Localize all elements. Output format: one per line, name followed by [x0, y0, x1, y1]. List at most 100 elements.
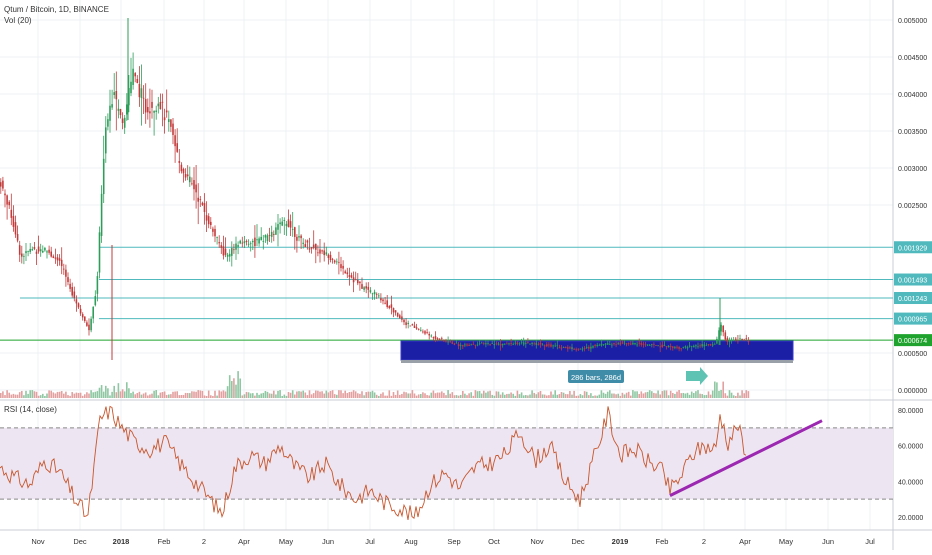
- volume-bar: [100, 385, 103, 398]
- volume-bar: [350, 391, 353, 398]
- volume-bar: [247, 392, 250, 398]
- candle-body: [117, 108, 120, 111]
- candle-body: [556, 345, 559, 347]
- volume-bar: [722, 381, 724, 398]
- candle-body: [165, 110, 168, 113]
- candle-body: [241, 242, 244, 244]
- candle-body: [644, 344, 647, 346]
- candle-body: [140, 88, 143, 99]
- candle-body: [590, 346, 592, 349]
- candle-body: [105, 127, 107, 154]
- volume-bar: [571, 394, 573, 398]
- candle-body: [197, 197, 199, 202]
- volume-bar: [625, 392, 628, 398]
- candle-body: [275, 227, 277, 235]
- volume-bar: [205, 395, 208, 398]
- candle-body: [472, 343, 475, 345]
- volume-bar: [575, 395, 577, 398]
- candle-body: [98, 232, 101, 273]
- candle-body: [562, 347, 565, 348]
- level-label: 0.001493: [898, 278, 927, 285]
- candle-body: [121, 118, 124, 124]
- volume-bar: [73, 393, 76, 398]
- candle-body: [487, 343, 489, 344]
- volume-bar: [363, 395, 365, 398]
- volume-bar: [69, 395, 71, 398]
- volume-bar: [300, 391, 302, 398]
- volume-bar: [75, 392, 78, 398]
- volume-bar: [44, 395, 46, 398]
- candle-body: [191, 183, 193, 185]
- volume-bar: [684, 393, 687, 398]
- volume-bar: [648, 390, 651, 398]
- candle-body: [571, 347, 573, 350]
- volume-bar: [207, 390, 210, 398]
- candle-body: [31, 249, 34, 251]
- candle-body: [189, 176, 191, 183]
- candle-body: [510, 343, 512, 344]
- candle-body: [18, 245, 21, 255]
- candle-body: [516, 342, 519, 345]
- price-tick-label: 0.004500: [898, 55, 927, 62]
- volume-bar: [170, 394, 172, 398]
- volume-bar: [220, 391, 223, 398]
- x-tick-label: Sep: [447, 537, 460, 546]
- candle-body: [512, 344, 514, 346]
- candle-body: [669, 346, 672, 348]
- candle-body: [239, 240, 241, 244]
- candle-body: [266, 235, 269, 242]
- candle-body: [705, 345, 708, 347]
- candle-body: [224, 248, 227, 255]
- volume-bar: [48, 390, 50, 398]
- volume-bar: [195, 391, 197, 398]
- volume-bar: [646, 391, 649, 398]
- x-tick-label: Apr: [238, 537, 250, 546]
- candle-body: [611, 344, 613, 346]
- volume-bar: [155, 390, 157, 398]
- volume-bar: [522, 395, 525, 398]
- candle-body: [525, 342, 527, 344]
- volume-bar: [453, 395, 456, 398]
- candle-body: [573, 348, 575, 350]
- candle-body: [457, 344, 460, 347]
- candle-body: [210, 221, 212, 226]
- volume-bar: [109, 395, 111, 398]
- candle-body: [319, 249, 321, 254]
- volume-bar: [252, 393, 254, 398]
- candle-body: [336, 261, 338, 263]
- candle-body: [409, 325, 412, 327]
- volume-bar: [310, 394, 313, 398]
- volume-bar: [60, 391, 63, 398]
- candle-body: [2, 180, 4, 189]
- candle-body: [541, 344, 544, 346]
- volume-bar: [228, 375, 231, 398]
- volume-bar: [94, 391, 97, 398]
- volume-bar: [665, 390, 668, 398]
- candle-body: [199, 199, 202, 200]
- x-tick-label: Jun: [322, 537, 334, 546]
- volume-bar: [602, 392, 605, 398]
- volume-bar: [546, 395, 548, 398]
- candle-body: [531, 342, 533, 345]
- candle-body: [388, 306, 391, 309]
- volume-bar: [12, 393, 15, 398]
- candle-body: [535, 342, 538, 345]
- candle-body: [659, 346, 661, 348]
- candle-body: [506, 343, 508, 345]
- candle-body: [214, 228, 216, 237]
- volume-bar: [434, 393, 437, 398]
- volume-bar: [172, 391, 174, 398]
- candle-body: [579, 348, 582, 350]
- volume-bar: [134, 394, 136, 398]
- candle-body: [260, 236, 262, 241]
- volume-bar: [277, 390, 279, 398]
- volume-bar: [508, 393, 510, 398]
- candle-body: [577, 348, 580, 350]
- chart-canvas[interactable]: 0.001929 0.001493 0.001243 0.000965 0.000674…: [0, 0, 932, 550]
- candle-body: [716, 338, 718, 344]
- candle-body: [476, 344, 479, 346]
- candle-body: [728, 340, 731, 342]
- candle-body: [428, 333, 430, 336]
- candle-body: [384, 302, 386, 304]
- candle-body: [380, 298, 382, 301]
